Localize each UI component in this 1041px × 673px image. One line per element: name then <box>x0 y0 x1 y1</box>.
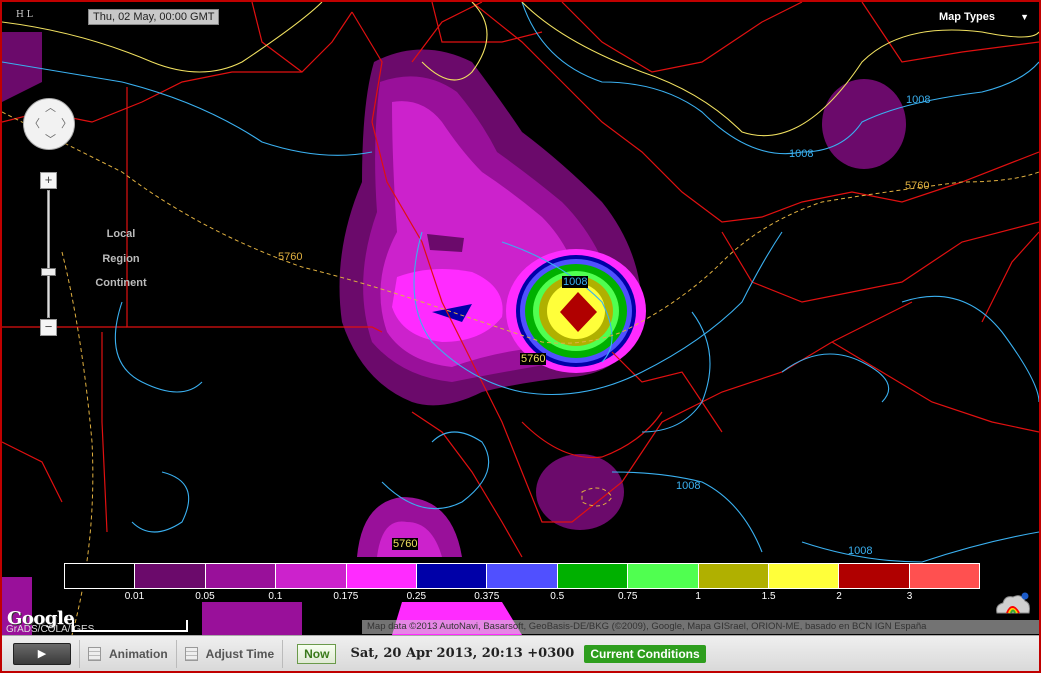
legend-swatch <box>768 564 840 588</box>
toolbar-divider <box>282 639 284 668</box>
pan-up-icon[interactable]: ︿ <box>45 103 56 114</box>
legend-tick-label: 0.175 <box>333 591 359 602</box>
legend-swatch <box>628 564 699 588</box>
legend-swatch <box>346 564 417 588</box>
scale-bar <box>72 620 188 632</box>
forecast-timestamp: Thu, 02 May, 00:00 GMT <box>88 9 220 25</box>
map-types-label: Map Types <box>938 11 996 23</box>
play-button[interactable]: ▶ <box>13 642 71 665</box>
map-attribution[interactable]: Map data ©2013 AutoNavi, Basarsoft, GeoB… <box>362 620 1039 634</box>
legend-swatch <box>276 564 347 588</box>
pressure-contour-label: 1008 <box>848 545 873 557</box>
legend-tick-label: 0.05 <box>195 591 215 602</box>
legend-swatch <box>416 564 488 588</box>
pan-down-icon[interactable]: ﹀ <box>45 135 56 146</box>
legend-swatch <box>909 564 980 588</box>
legend-tick-label: 0.1 <box>268 591 283 602</box>
legend-tick-label: 0.25 <box>406 591 427 602</box>
current-datetime: Sat, 20 Apr 2013, 20:13 +0300 <box>350 646 575 661</box>
height-contour-label: 5760 <box>905 180 930 192</box>
pan-right-icon[interactable]: 〉 <box>61 119 72 130</box>
zoom-slider-track[interactable] <box>47 190 50 318</box>
pressure-contour-label: 1008 <box>906 94 931 106</box>
map-canvas[interactable]: Thu, 02 May, 00:00 GMT H L Map Types ▼ ︿… <box>2 2 1039 635</box>
current-conditions-button[interactable]: Current Conditions <box>584 644 706 663</box>
legend-swatch <box>65 564 136 588</box>
weather-map-widget: Thu, 02 May, 00:00 GMT H L Map Types ▼ ︿… <box>0 0 1041 673</box>
weather-cloud-icon[interactable] <box>993 591 1031 617</box>
chevron-down-icon: ▼ <box>1020 12 1029 22</box>
level-label-continent[interactable]: Continent <box>88 277 154 302</box>
map-types-dropdown[interactable]: Map Types ▼ <box>939 11 1029 23</box>
level-label-region[interactable]: Region <box>88 253 154 278</box>
legend-tick-label: 2 <box>836 591 842 602</box>
toolbar-divider <box>175 639 177 668</box>
legend-tick-label: 3 <box>906 591 913 602</box>
animation-label: Animation <box>109 646 168 661</box>
height-contour-label: 5760 <box>278 251 303 263</box>
legend-tick-labels: 0.01 0.05 0.1 0.175 0.25 0.375 0.5 0.75 1 1.5 2 3 <box>64 591 980 605</box>
pan-control[interactable]: ︿ ﹀ 〈 〉 <box>23 98 75 150</box>
level-label-local[interactable]: Local <box>88 228 154 253</box>
pressure-contour-label: 1008 <box>562 276 589 288</box>
now-button[interactable]: Now <box>297 643 337 664</box>
legend-tick-label: 0.375 <box>474 591 500 602</box>
legend-swatch <box>839 564 910 588</box>
animation-button[interactable]: Animation <box>88 646 168 661</box>
adjust-time-label: Adjust Time <box>205 646 275 661</box>
pan-left-icon[interactable]: 〈 <box>29 119 40 130</box>
precip-small-area-south <box>536 454 624 530</box>
pressure-contour-label: 1008 <box>789 148 814 160</box>
time-toolbar: ▶ Animation Adjust Time Now Sat, 20 Apr … <box>2 635 1039 671</box>
legend-tick-label: 0.5 <box>550 591 565 602</box>
toolbar-divider <box>79 639 80 668</box>
height-contour-label: 5760 <box>392 538 419 550</box>
legend-swatch <box>487 564 558 588</box>
legend-swatch <box>205 564 277 588</box>
legend-tick-label: 1.5 <box>761 591 776 602</box>
high-low-icon[interactable]: H L <box>16 10 33 20</box>
legend-swatch <box>135 564 206 588</box>
legend-tick-label: 1 <box>695 591 701 602</box>
legend-tick-label: 0.75 <box>617 591 638 602</box>
zoom-level-labels: Local Region Continent <box>88 228 154 302</box>
precip-small-area-east <box>822 79 906 169</box>
legend-tick-label: 0.01 <box>124 591 145 602</box>
pressure-contour-label: 1008 <box>676 480 701 492</box>
legend-swatch <box>557 564 629 588</box>
adjust-time-button[interactable]: Adjust Time <box>184 646 275 661</box>
height-contour-label: 5760 <box>520 353 547 365</box>
precipitation-legend <box>64 563 980 589</box>
zoom-in-button[interactable]: + <box>40 172 57 189</box>
zoom-out-button[interactable]: − <box>40 319 57 336</box>
zoom-slider-knob[interactable] <box>41 268 56 276</box>
precipitation-overlay <box>2 2 1039 635</box>
calendar-icon <box>184 646 198 661</box>
legend-swatch <box>698 564 769 588</box>
calendar-icon <box>88 646 101 661</box>
